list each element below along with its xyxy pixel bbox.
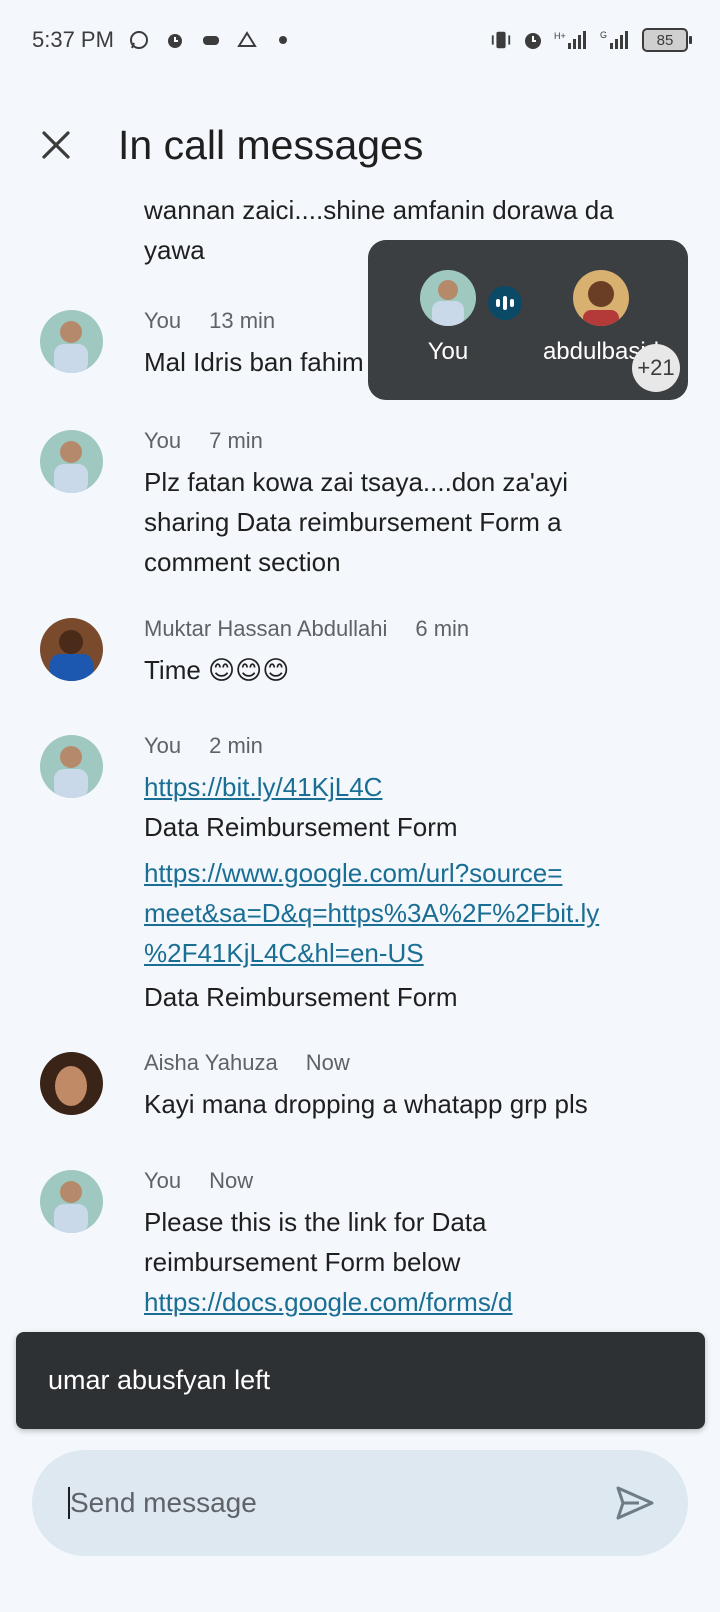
message-time: Now — [305, 1050, 350, 1075]
signal-h-plus-icon: H+ — [554, 29, 590, 51]
message-link[interactable]: https://bit.ly/41KjL4C — [144, 772, 382, 802]
message-sender: You — [144, 1168, 182, 1193]
snackbar-text: umar abusfyan left — [48, 1365, 271, 1395]
message-text: Time 😊😊😊 — [144, 655, 290, 685]
avatar — [40, 735, 103, 798]
page-title: In call messages — [118, 121, 424, 168]
message-text: Please this is the link for Data reimbur… — [144, 1202, 670, 1322]
message-sender: Aisha Yahuza — [144, 1050, 278, 1075]
message-link-long[interactable]: https://www.google.com/url?source= meet&… — [144, 853, 670, 973]
status-time: 5:37 PM — [32, 27, 114, 52]
signal-g-icon: G — [600, 29, 632, 51]
battery-level: 85 — [656, 31, 674, 49]
message-text: Kayi mana dropping a whatapp grp pls — [144, 1089, 588, 1119]
avatar — [40, 1052, 103, 1115]
close-button[interactable] — [28, 117, 84, 173]
composer — [32, 1450, 688, 1556]
gamepad-icon — [200, 29, 222, 51]
message-time: Now — [209, 1168, 254, 1193]
battery-indicator: 85 — [642, 28, 692, 52]
participant-name: You — [427, 338, 469, 365]
message-time: 13 min — [209, 308, 276, 333]
message-sender: You — [144, 428, 182, 453]
link-label: Data Reimbursement Form — [144, 982, 458, 1012]
message-input[interactable] — [68, 1487, 568, 1519]
vibrate-icon — [490, 29, 512, 51]
drive-icon — [236, 29, 258, 51]
avatar — [40, 310, 103, 373]
avatar — [40, 430, 103, 493]
message-time: 2 min — [209, 733, 263, 758]
message-text: Plz fatan kowa zai tsaya....don za'ayi s… — [144, 467, 569, 577]
message-link[interactable]: https://docs.google.com/forms/d — [144, 1282, 670, 1322]
svg-text:H+: H+ — [554, 31, 566, 41]
participants-overlay[interactable]: You abdulbasid +21 — [368, 240, 688, 400]
avatar — [40, 618, 103, 681]
avatar — [573, 270, 629, 326]
avatar — [40, 1170, 103, 1233]
message-sender: Muktar Hassan Abdullahi — [144, 616, 388, 641]
send-icon — [616, 1486, 654, 1520]
whatsapp-icon — [128, 29, 150, 51]
status-bar: 5:37 PM H+ G 85 — [0, 0, 720, 80]
dot-icon — [272, 29, 294, 51]
snackbar: umar abusfyan left — [16, 1332, 705, 1429]
alarm-icon — [164, 29, 186, 51]
link-label: Data Reimbursement Form — [144, 812, 458, 842]
alarm-icon-right — [522, 29, 544, 51]
message-time: 7 min — [209, 428, 263, 453]
more-participants-badge[interactable]: +21 — [632, 344, 680, 392]
message-time: 6 min — [415, 616, 470, 641]
svg-text:G: G — [600, 30, 607, 40]
message-sender: You — [144, 308, 182, 333]
close-icon — [42, 131, 70, 159]
header: In call messages — [0, 100, 720, 190]
participant-you[interactable]: You — [378, 270, 522, 366]
composer-bar — [0, 1444, 720, 1612]
send-button[interactable] — [612, 1481, 658, 1525]
message-sender: You — [144, 733, 182, 758]
avatar — [420, 270, 476, 326]
speaking-indicator-icon — [488, 286, 522, 320]
